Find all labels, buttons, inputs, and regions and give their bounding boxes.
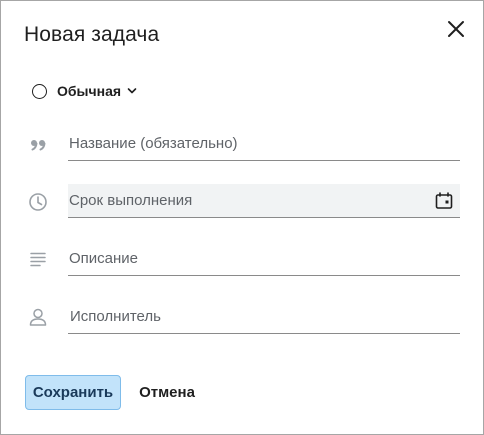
priority-dropdown[interactable]: Обычная — [32, 80, 137, 102]
new-task-dialog: Новая задача Обычная Название (обязатель… — [0, 0, 484, 435]
priority-label: Обычная — [57, 83, 122, 99]
save-button[interactable]: Сохранить — [25, 375, 121, 410]
task-name-input[interactable] — [68, 127, 460, 160]
notes-icon — [27, 248, 49, 270]
person-icon — [27, 306, 49, 328]
dialog-title: Новая задача — [24, 23, 160, 46]
name-field — [68, 127, 460, 161]
assignee-input[interactable] — [68, 300, 460, 333]
assignee-field — [68, 300, 460, 334]
close-icon — [448, 21, 464, 37]
due-date-input[interactable] — [68, 184, 460, 217]
due-date-field — [68, 184, 460, 218]
circle-outline-icon — [32, 83, 47, 99]
calendar-icon[interactable] — [434, 191, 454, 211]
quote-icon — [27, 134, 49, 156]
clock-icon — [27, 191, 49, 213]
chevron-down-icon — [127, 87, 137, 95]
close-button[interactable] — [444, 17, 468, 41]
cancel-button[interactable]: Отмена — [131, 375, 203, 410]
description-input[interactable] — [68, 242, 460, 275]
description-field — [68, 242, 460, 276]
